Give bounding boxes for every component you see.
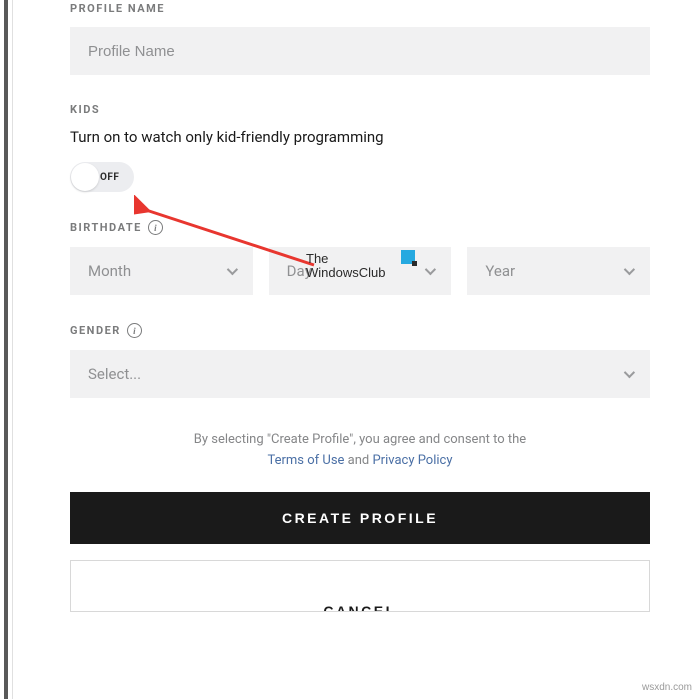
cancel-button[interactable]: CANCEL bbox=[70, 560, 650, 612]
profile-name-input[interactable] bbox=[70, 27, 650, 75]
kids-toggle[interactable]: OFF bbox=[70, 162, 134, 192]
gender-label-text: GENDER bbox=[70, 324, 121, 337]
profile-name-section: PROFILE NAME bbox=[70, 2, 650, 75]
day-select[interactable]: Day bbox=[269, 247, 452, 295]
terms-link[interactable]: Terms of Use bbox=[267, 453, 344, 468]
disclaimer-text: By selecting "Create Profile", you agree… bbox=[70, 430, 650, 472]
gender-select[interactable]: Select... bbox=[70, 350, 650, 398]
gender-section: GENDER i Select... bbox=[70, 323, 650, 398]
chevron-down-icon bbox=[425, 264, 436, 275]
form-container: PROFILE NAME KIDS Turn on to watch only … bbox=[0, 0, 700, 612]
disclaimer-joiner: and bbox=[344, 453, 372, 468]
year-select-value: Year bbox=[485, 262, 515, 280]
gender-label: GENDER i bbox=[70, 323, 650, 338]
profile-name-label: PROFILE NAME bbox=[70, 2, 650, 15]
birthdate-label-text: BIRTHDATE bbox=[70, 221, 142, 234]
chevron-down-icon bbox=[624, 264, 635, 275]
window-border bbox=[4, 0, 8, 699]
year-select[interactable]: Year bbox=[467, 247, 650, 295]
chevron-down-icon bbox=[226, 264, 237, 275]
info-icon[interactable]: i bbox=[127, 323, 142, 338]
day-select-value: Day bbox=[287, 262, 312, 280]
kids-description: Turn on to watch only kid-friendly progr… bbox=[70, 128, 650, 146]
info-icon[interactable]: i bbox=[148, 220, 163, 235]
month-select[interactable]: Month bbox=[70, 247, 253, 295]
chevron-down-icon bbox=[624, 367, 635, 378]
birthdate-row: Month Day Year bbox=[70, 247, 650, 295]
toggle-state-label: OFF bbox=[100, 172, 119, 183]
disclaimer-prefix: By selecting "Create Profile", you agree… bbox=[194, 432, 526, 447]
kids-section: KIDS Turn on to watch only kid-friendly … bbox=[70, 103, 650, 192]
create-profile-button[interactable]: CREATE PROFILE bbox=[70, 492, 650, 544]
toggle-knob bbox=[71, 163, 99, 191]
privacy-link[interactable]: Privacy Policy bbox=[372, 453, 452, 468]
attribution-text: wsxdn.com bbox=[642, 682, 692, 693]
gender-select-value: Select... bbox=[88, 365, 141, 383]
cancel-button-label: CANCEL bbox=[323, 603, 396, 612]
month-select-value: Month bbox=[88, 262, 131, 280]
panel-border bbox=[12, 0, 13, 699]
birthdate-label: BIRTHDATE i bbox=[70, 220, 650, 235]
birthdate-section: BIRTHDATE i Month Day Year bbox=[70, 220, 650, 295]
kids-label: KIDS bbox=[70, 103, 650, 116]
